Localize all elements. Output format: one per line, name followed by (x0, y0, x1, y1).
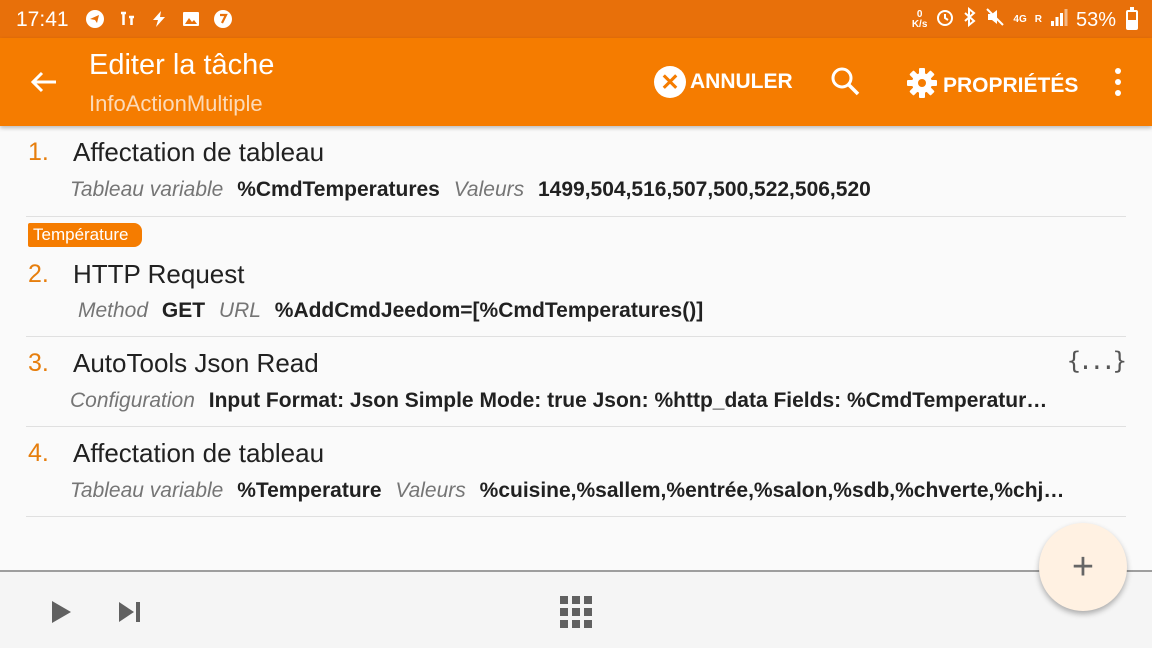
network-speed: 0 K/s (912, 10, 928, 30)
param-label: Tableau variable (70, 178, 224, 201)
bluetooth-icon (963, 6, 977, 33)
param-label: Method (78, 299, 149, 322)
step-forward-icon[interactable] (116, 599, 144, 625)
more-vert-icon[interactable] (1108, 66, 1128, 98)
action-number: 4. (28, 439, 49, 467)
action-params: Tableau variable %Temperature Valeurs %c… (70, 479, 1064, 503)
param-value: %AddCmdJeedom=[%CmdTemperatures()] (274, 299, 704, 322)
search-icon[interactable] (828, 64, 862, 98)
network-roaming: R (1034, 14, 1042, 25)
notification-icons (84, 8, 234, 30)
status-time: 17:41 (16, 8, 69, 31)
back-arrow-icon[interactable] (26, 64, 62, 100)
status-bar: 17:41 0 K/s 4G R 53% (0, 0, 1152, 38)
grid-icon[interactable] (560, 596, 592, 628)
bottom-bar (0, 570, 1152, 648)
battery-percent: 53% (1075, 8, 1116, 31)
add-action-button[interactable]: + (1039, 523, 1127, 611)
action-name: AutoTools Json Read (73, 348, 319, 378)
param-label: Valeurs (453, 178, 525, 201)
action-row[interactable]: 3. AutoTools Json Read {...} Configurati… (26, 337, 1127, 427)
properties-button[interactable]: PROPRIÉTÉS (905, 66, 1078, 106)
action-row[interactable]: Température 2. HTTP Request Method GET U… (26, 217, 1126, 337)
app-toolbar: Editer la tâche InfoActionMultiple ✕ ANN… (0, 38, 1152, 126)
param-label: Valeurs (395, 479, 466, 502)
properties-label: PROPRIÉTÉS (943, 74, 1079, 97)
param-value: Input Format: Json Simple Mode: true Jso… (208, 389, 1048, 412)
page-title: Editer la tâche (89, 49, 275, 81)
flash-icon (148, 8, 170, 30)
param-value: %Temperature (237, 479, 382, 502)
param-value: %cuisine,%sallem,%entrée,%salon,%sdb,%ch… (479, 479, 1065, 502)
action-name: HTTP Request (73, 259, 245, 289)
cancel-label: ANNULER (690, 70, 793, 93)
network-speed-unit: K/s (911, 19, 928, 30)
json-braces-icon: {...} (1066, 347, 1127, 375)
action-params: Configuration Input Format: Json Simple … (70, 389, 1047, 413)
task-name: InfoActionMultiple (89, 91, 263, 116)
action-label-tag: Température (28, 223, 143, 247)
play-icon[interactable] (48, 598, 74, 626)
telegram-icon (84, 8, 106, 30)
param-label: URL (218, 299, 261, 322)
param-value: GET (161, 299, 206, 322)
plus-icon: + (1071, 545, 1095, 588)
action-name: Affectation de tableau (73, 137, 325, 167)
signal-icon (1050, 7, 1068, 33)
action-params: Tableau variable %CmdTemperatures Valeur… (70, 178, 871, 202)
action-number: 2. (28, 260, 49, 288)
battery-icon (1126, 7, 1138, 30)
action-name: Affectation de tableau (73, 438, 325, 468)
viber-icon (212, 8, 234, 30)
action-row[interactable]: 4. Affectation de tableau Tableau variab… (26, 427, 1126, 517)
alarm-icon (935, 7, 955, 33)
param-label: Tableau variable (70, 479, 224, 502)
close-icon: ✕ (654, 66, 686, 98)
action-row[interactable]: 1. Affectation de tableau Tableau variab… (26, 126, 1126, 217)
network-4g: 4G (1013, 14, 1027, 25)
action-number: 3. (28, 349, 49, 377)
status-right: 0 K/s 4G R 53% (912, 6, 1138, 33)
gear-icon (905, 66, 939, 106)
param-label: Configuration (70, 389, 195, 412)
cancel-button[interactable]: ✕ ANNULER (654, 66, 793, 98)
mute-icon (985, 7, 1005, 33)
image-icon (180, 8, 202, 30)
tasker-icon (116, 8, 138, 30)
action-params: Method GET URL %AddCmdJeedom=[%CmdTemper… (78, 299, 703, 323)
param-value: %CmdTemperatures (237, 178, 440, 201)
action-number: 1. (28, 138, 49, 166)
param-value: 1499,504,516,507,500,522,506,520 (537, 178, 871, 201)
